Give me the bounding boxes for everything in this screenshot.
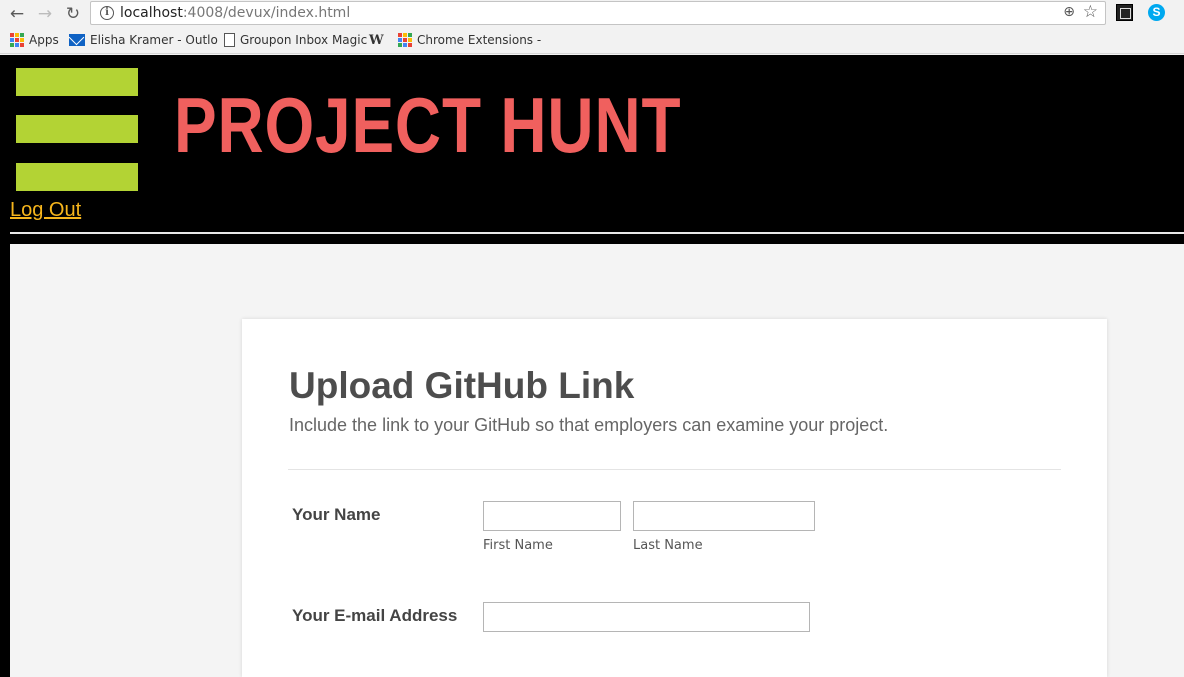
header-divider [10, 232, 1184, 234]
form-divider [288, 469, 1061, 470]
forward-arrow-icon[interactable]: → [34, 3, 56, 25]
apps-grid-icon [398, 33, 412, 47]
menu-icon[interactable] [16, 68, 138, 191]
bookmark-label: Chrome Extensions - [417, 33, 542, 47]
bookmarks-bar: Apps Elisha Kramer - Outlo Groupon Inbox… [0, 28, 1184, 54]
bookmark-groupon[interactable]: Groupon Inbox Magic [224, 33, 367, 47]
wikipedia-icon: W [369, 33, 384, 48]
reload-icon[interactable]: ↻ [62, 3, 84, 25]
bookmark-apps[interactable]: Apps [10, 33, 59, 47]
extension-icon[interactable] [1116, 4, 1133, 21]
bookmark-label: Apps [29, 33, 59, 47]
bookmark-chrome-extensions[interactable]: Chrome Extensions - [398, 33, 541, 47]
first-name-input[interactable] [483, 501, 621, 531]
email-label: Your E-mail Address [292, 606, 458, 625]
first-name-sublabel: First Name [483, 538, 553, 553]
mail-icon [69, 34, 85, 46]
name-label: Your Name [292, 505, 381, 524]
form-title: Upload GitHub Link [289, 365, 635, 406]
page-icon [224, 33, 235, 47]
skype-icon[interactable]: S [1148, 4, 1165, 21]
form-subtitle: Include the link to your GitHub so that … [289, 415, 889, 435]
site-header: PROJECT HUNT Log Out [0, 55, 1184, 244]
address-bar[interactable]: i localhost:4008/devux/index.html ⊕ ☆ [90, 1, 1106, 25]
bookmark-label: Elisha Kramer - Outlo [90, 33, 218, 47]
url-text[interactable]: localhost:4008/devux/index.html [120, 5, 350, 21]
browser-toolbar: ← → ↻ i localhost:4008/devux/index.html … [0, 0, 1184, 28]
bookmark-label: Groupon Inbox Magic [240, 33, 368, 47]
back-arrow-icon[interactable]: ← [6, 3, 28, 25]
last-name-input[interactable] [633, 501, 815, 531]
email-input[interactable] [483, 602, 810, 632]
bookmark-star-icon[interactable]: ☆ [1083, 2, 1098, 22]
zoom-icon[interactable]: ⊕ [1063, 4, 1075, 20]
bookmark-outlook[interactable]: Elisha Kramer - Outlo [69, 33, 218, 47]
bookmark-wikipedia[interactable]: W [369, 33, 384, 48]
brand-logo: PROJECT HUNT [174, 81, 682, 169]
info-icon[interactable]: i [100, 6, 114, 20]
left-edge [0, 244, 10, 677]
apps-grid-icon [10, 33, 24, 47]
form-card: Upload GitHub Link Include the link to y… [242, 319, 1107, 677]
logout-link[interactable]: Log Out [10, 199, 81, 222]
last-name-sublabel: Last Name [633, 538, 703, 553]
